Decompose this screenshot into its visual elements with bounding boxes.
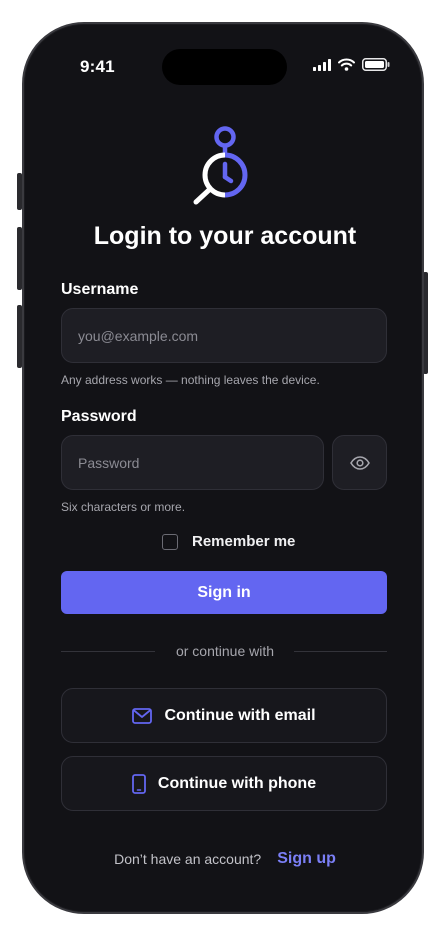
phone-frame: 9:41 Login to your account Username you@…: [22, 22, 424, 914]
continue-with-phone-label: Continue with phone: [157, 774, 317, 792]
remember-me-label: Remember me: [192, 533, 296, 550]
continue-with-phone-button[interactable]: Continue with phone: [61, 756, 387, 811]
remember-me-checkbox[interactable]: [162, 533, 178, 550]
continue-with-email-label: Continue with email: [164, 706, 316, 724]
username-input[interactable]: [61, 308, 387, 363]
phone-icon: [131, 773, 146, 794]
password-label: Password: [61, 408, 137, 425]
page-title: Login to your account: [93, 222, 357, 250]
continue-with-email-button[interactable]: Continue with email: [61, 688, 387, 743]
dynamic-island: [162, 49, 287, 85]
username-label: Username: [61, 281, 139, 298]
toggle-password-visibility-button[interactable]: [332, 435, 387, 490]
battery-icon: [362, 58, 390, 71]
signup-prompt-text: Don’t have an account?: [114, 851, 262, 867]
wifi-icon: [338, 58, 355, 71]
username-hint: Any address works — nothing leaves the d…: [61, 373, 320, 387]
sign-in-button[interactable]: Sign in: [61, 571, 387, 614]
password-hint: Six characters or more.: [61, 500, 186, 514]
cellular-signal-icon: [313, 58, 331, 71]
remember-me-row[interactable]: Remember me: [162, 533, 295, 550]
eye-icon: [349, 455, 370, 470]
sign-up-link[interactable]: Sign up: [277, 850, 336, 868]
stopwatch-magnifier-icon: [189, 124, 259, 211]
password-input[interactable]: [61, 435, 324, 490]
status-time: 9:41: [80, 57, 115, 76]
signup-prompt: Don’t have an account? Sign up: [24, 850, 422, 868]
login-screen: 9:41 Login to your account Username you@…: [24, 24, 422, 912]
status-icons: [313, 58, 390, 71]
divider-line-right: [294, 651, 387, 652]
mail-icon: [132, 707, 153, 724]
